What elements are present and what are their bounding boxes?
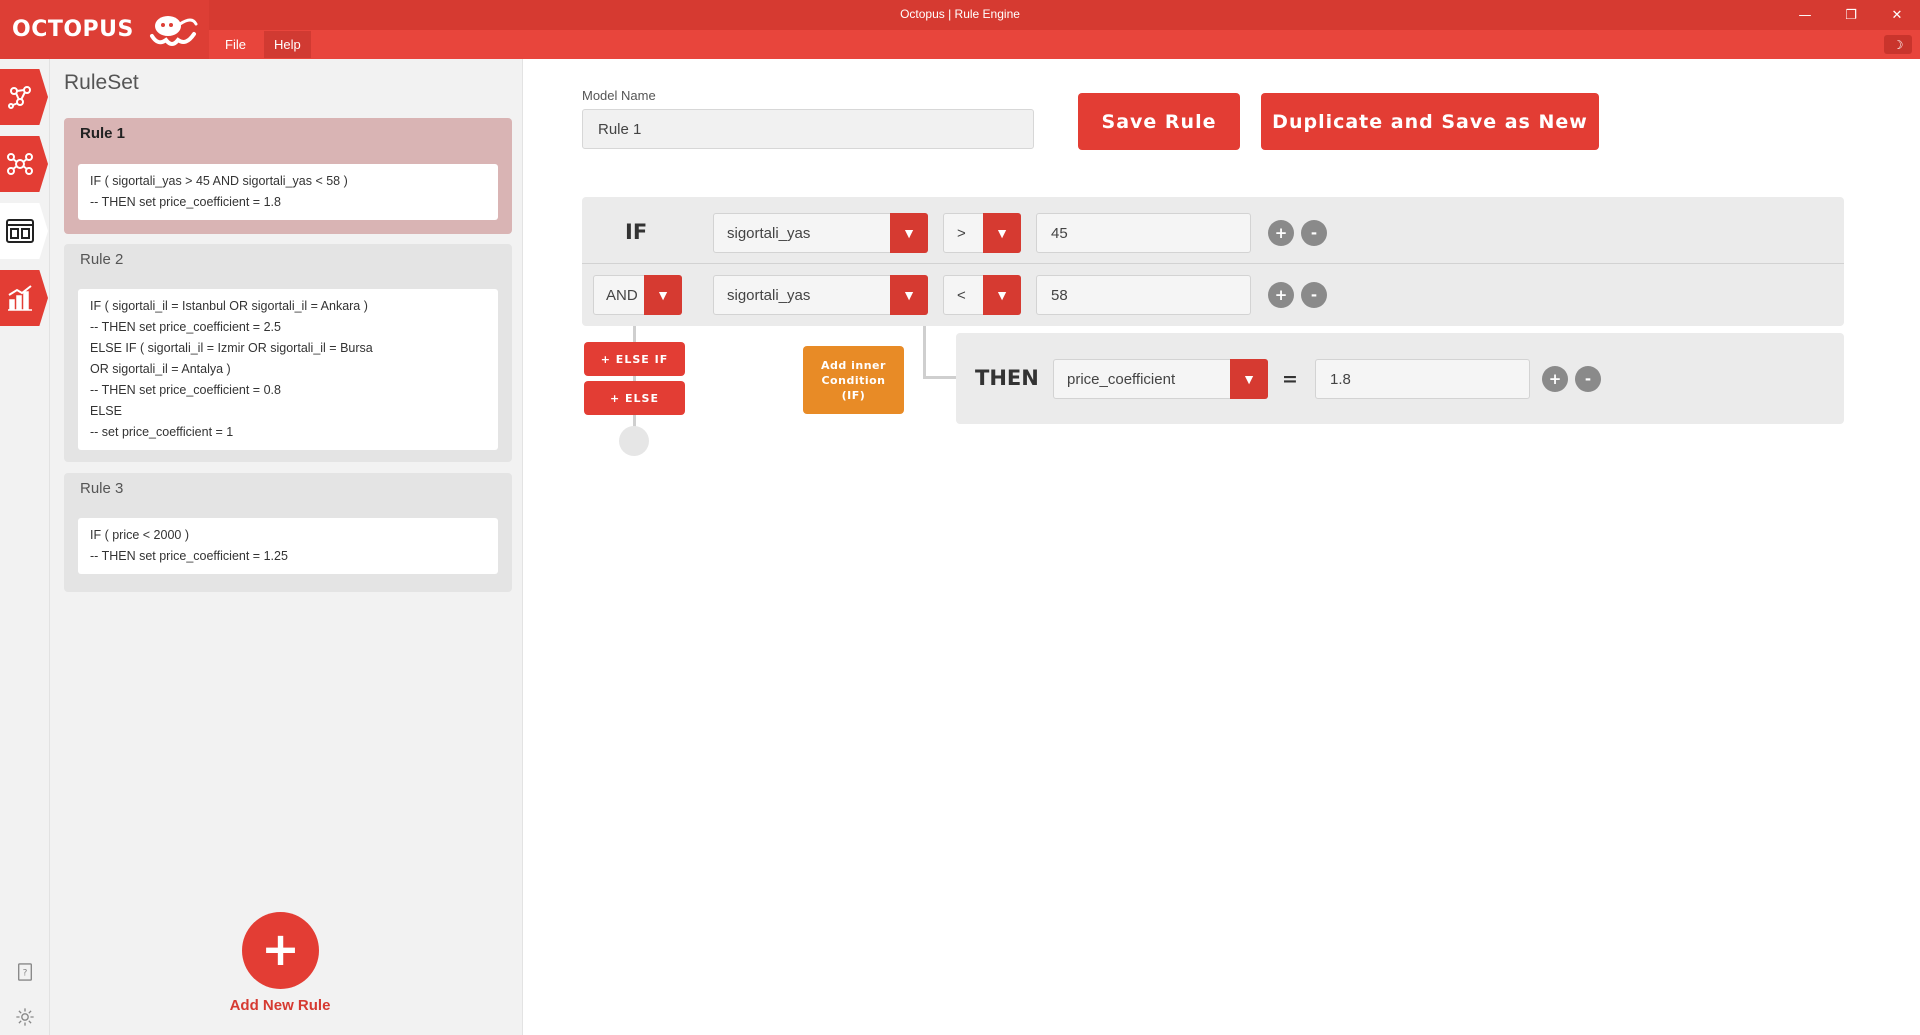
nav-analytics[interactable] bbox=[0, 270, 48, 326]
svg-text:?: ? bbox=[23, 969, 28, 979]
menu-help[interactable]: Help bbox=[264, 31, 311, 58]
rule-line: ELSE IF ( sigortali_il = Izmir OR sigort… bbox=[90, 341, 373, 355]
molecule-icon bbox=[7, 153, 33, 175]
dropdown-value: sigortali_yas bbox=[727, 224, 811, 242]
condition-operator-dropdown[interactable]: < ▼ bbox=[943, 275, 1021, 315]
dashboard-icon bbox=[6, 219, 34, 243]
model-name-label: Model Name bbox=[582, 88, 656, 103]
dropdown-arrow-icon[interactable]: ▼ bbox=[644, 275, 682, 315]
dropdown-arrow-icon[interactable]: ▼ bbox=[1230, 359, 1268, 399]
nav-model[interactable] bbox=[0, 136, 48, 192]
rule-line: -- set price_coefficient = 1 bbox=[90, 425, 234, 439]
inner-condition-line: Condition bbox=[821, 373, 886, 387]
if-keyword: IF bbox=[625, 220, 648, 244]
add-condition-icon[interactable]: + bbox=[1268, 282, 1294, 308]
dropdown-arrow-icon[interactable]: ▼ bbox=[983, 213, 1021, 253]
nav-rule-engine[interactable] bbox=[0, 203, 48, 259]
remove-action-icon[interactable]: - bbox=[1575, 366, 1601, 392]
rule-line: -- THEN set price_coefficient = 0.8 bbox=[90, 383, 281, 397]
dropdown-value: > bbox=[957, 224, 966, 242]
branch-end-dot bbox=[619, 426, 649, 456]
network-icon bbox=[8, 86, 31, 109]
rule-name: Rule 1 bbox=[80, 125, 126, 142]
octopus-logo-icon bbox=[149, 15, 198, 46]
dropdown-value: AND bbox=[606, 286, 638, 304]
menu-file[interactable]: File bbox=[215, 31, 256, 58]
nav-rail: ? bbox=[0, 59, 50, 1035]
settings-gear-icon[interactable] bbox=[14, 1006, 36, 1028]
condition-field-dropdown[interactable]: sigortali_yas ▼ bbox=[713, 275, 928, 315]
remove-condition-icon[interactable]: - bbox=[1301, 282, 1327, 308]
logo-text: OCTOPUS bbox=[12, 17, 134, 42]
rule-card-1[interactable]: Rule 1 IF ( sigortali_yas > 45 AND sigor… bbox=[64, 118, 512, 234]
dropdown-value: price_coefficient bbox=[1067, 370, 1176, 388]
add-action-icon[interactable]: + bbox=[1542, 366, 1568, 392]
restore-button[interactable]: ❐ bbox=[1828, 0, 1874, 30]
dropdown-value: < bbox=[957, 286, 966, 304]
connector-dropdown[interactable]: AND ▼ bbox=[593, 275, 682, 315]
save-rule-button[interactable]: Save Rule bbox=[1078, 93, 1240, 150]
rule-line: ELSE bbox=[90, 404, 122, 418]
duplicate-save-button[interactable]: Duplicate and Save as New bbox=[1261, 93, 1599, 150]
inner-condition-line: (IF) bbox=[841, 388, 866, 402]
rule-name: Rule 2 bbox=[80, 251, 124, 268]
model-name-input[interactable] bbox=[582, 109, 1034, 149]
rule-card-3[interactable]: Rule 3 IF ( price < 2000 ) -- THEN set p… bbox=[64, 473, 512, 592]
window-title: Octopus | Rule Engine bbox=[900, 7, 1020, 21]
then-field-dropdown[interactable]: price_coefficient ▼ bbox=[1053, 359, 1268, 399]
condition-value-input[interactable]: 58 bbox=[1036, 275, 1251, 315]
rule-name: Rule 3 bbox=[80, 480, 124, 497]
theme-toggle-icon[interactable]: ☽ bbox=[1884, 35, 1912, 54]
then-value-input[interactable]: 1.8 bbox=[1315, 359, 1530, 399]
then-connector bbox=[923, 326, 926, 378]
condition-operator-dropdown[interactable]: > ▼ bbox=[943, 213, 1021, 253]
close-button[interactable]: ✕ bbox=[1874, 0, 1920, 30]
condition-divider bbox=[582, 263, 1844, 264]
dropdown-arrow-icon[interactable]: ▼ bbox=[890, 213, 928, 253]
add-inner-condition-button[interactable]: Add inner Condition (IF) bbox=[803, 346, 904, 414]
inner-condition-line: Add inner bbox=[821, 358, 886, 372]
add-else-if-button[interactable]: + ELSE IF bbox=[584, 342, 685, 376]
dropdown-arrow-icon[interactable]: ▼ bbox=[983, 275, 1021, 315]
then-keyword: THEN bbox=[975, 366, 1039, 390]
rule-summary: IF ( sigortali_yas > 45 AND sigortali_ya… bbox=[78, 164, 498, 220]
equals-sign: = bbox=[1282, 368, 1298, 390]
app-logo: OCTOPUS bbox=[0, 0, 209, 59]
rule-line: OR sigortali_il = Antalya ) bbox=[90, 362, 231, 376]
ruleset-title: RuleSet bbox=[64, 71, 139, 94]
nav-rules-network[interactable] bbox=[0, 69, 48, 125]
then-connector bbox=[923, 376, 957, 379]
bar-chart-icon bbox=[8, 285, 32, 311]
rule-line: -- THEN set price_coefficient = 1.8 bbox=[90, 195, 281, 209]
help-doc-icon[interactable]: ? bbox=[14, 961, 36, 983]
dropdown-arrow-icon[interactable]: ▼ bbox=[890, 275, 928, 315]
rule-card-2[interactable]: Rule 2 IF ( sigortali_il = Istanbul OR s… bbox=[64, 244, 512, 462]
rule-summary: IF ( price < 2000 ) -- THEN set price_co… bbox=[78, 518, 498, 574]
rule-line: -- THEN set price_coefficient = 2.5 bbox=[90, 320, 281, 334]
rule-line: IF ( price < 2000 ) bbox=[90, 528, 189, 542]
condition-field-dropdown[interactable]: sigortali_yas ▼ bbox=[713, 213, 928, 253]
dropdown-value: sigortali_yas bbox=[727, 286, 811, 304]
rule-line: -- THEN set price_coefficient = 1.25 bbox=[90, 549, 288, 563]
condition-value-input[interactable]: 45 bbox=[1036, 213, 1251, 253]
remove-condition-icon[interactable]: - bbox=[1301, 220, 1327, 246]
add-new-rule-button[interactable]: + bbox=[242, 912, 319, 989]
rule-line: IF ( sigortali_yas > 45 AND sigortali_ya… bbox=[90, 174, 348, 188]
add-new-rule-label[interactable]: Add New Rule bbox=[180, 997, 380, 1014]
rule-line: IF ( sigortali_il = Istanbul OR sigortal… bbox=[90, 299, 368, 313]
ruleset-panel: RuleSet Rule 1 IF ( sigortali_yas > 45 A… bbox=[50, 59, 523, 1035]
rule-summary: IF ( sigortali_il = Istanbul OR sigortal… bbox=[78, 289, 498, 450]
plus-icon: + bbox=[261, 921, 300, 976]
add-condition-icon[interactable]: + bbox=[1268, 220, 1294, 246]
add-else-button[interactable]: + ELSE bbox=[584, 381, 685, 415]
minimize-button[interactable]: — bbox=[1782, 0, 1828, 30]
